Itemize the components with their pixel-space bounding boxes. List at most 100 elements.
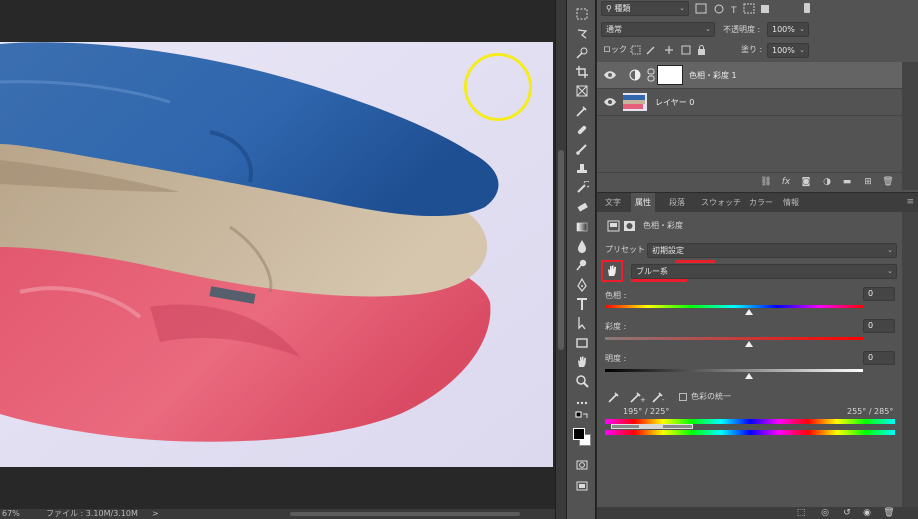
adjustment-layer-icon[interactable]: ◑ (821, 176, 833, 188)
gradient-tool-icon[interactable] (573, 219, 590, 235)
tab-swatches[interactable]: スウォッチ (697, 193, 745, 213)
properties-scrollbar[interactable] (902, 212, 918, 507)
dodge-tool-icon[interactable] (573, 257, 590, 273)
status-menu-arrow[interactable]: > (152, 509, 159, 519)
chevron-down-icon: ⌄ (887, 246, 893, 254)
marquee-tool-icon[interactable] (573, 6, 590, 22)
new-layer-icon[interactable]: ⊞ (862, 176, 874, 188)
properties-footer: ⬚ ◎ ↺ ◉ 🗑 (597, 507, 918, 519)
preset-dropdown[interactable]: 初期設定 ⌄ (647, 243, 897, 258)
default-colors-icon[interactable] (573, 411, 590, 424)
zoom-level[interactable]: 67% (2, 509, 20, 519)
quick-select-tool-icon[interactable] (573, 45, 590, 61)
layer-mask-thumbnail[interactable] (657, 65, 683, 85)
rectangle-tool-icon[interactable] (573, 335, 590, 351)
filter-toggle[interactable] (804, 3, 810, 13)
layer-name[interactable]: レイヤー 0 (655, 97, 694, 108)
chevron-down-icon: ⌄ (705, 25, 711, 33)
view-previous-icon[interactable]: ◎ (819, 507, 831, 519)
tab-info[interactable]: 情報 (779, 193, 803, 213)
saturation-value-field[interactable]: 0 (863, 319, 895, 333)
colorize-label: 色彩の統一 (691, 392, 731, 401)
quick-mask-icon[interactable] (573, 457, 590, 473)
tab-character[interactable]: 文字 (601, 193, 625, 213)
tab-paragraph[interactable]: 段落 (665, 193, 689, 213)
hue-value-field[interactable]: 0 (863, 287, 895, 301)
layers-scrollbar[interactable] (902, 62, 918, 190)
new-group-icon[interactable]: ▬ (841, 176, 853, 188)
adjustment-layer-icon (629, 69, 641, 81)
channel-dropdown[interactable]: ブルー系 ⌄ (631, 264, 897, 279)
tab-color[interactable]: カラー (745, 193, 777, 213)
tab-properties[interactable]: 属性 (631, 193, 655, 213)
output-color-bar (605, 430, 895, 435)
healing-brush-tool-icon[interactable] (573, 122, 590, 138)
brush-tool-icon[interactable] (573, 141, 590, 157)
layer-filter-icons[interactable]: T (695, 3, 795, 15)
blur-tool-icon[interactable] (573, 238, 590, 254)
preset-underline-highlight (675, 260, 715, 263)
lightness-slider[interactable] (605, 369, 863, 372)
range-left-readout: 195° / 225° (623, 407, 670, 416)
document-canvas-area[interactable]: 67% ファイル : 3.10M/3.10M > (0, 0, 555, 519)
layer-filter-kind-value: 種類 (614, 4, 631, 13)
lasso-tool-icon[interactable] (573, 26, 590, 42)
more-tools-icon[interactable] (573, 395, 590, 411)
screen-mode-icon[interactable] (573, 478, 590, 494)
foreground-color-swatch[interactable] (573, 428, 585, 440)
layer-thumbnail[interactable] (623, 93, 647, 111)
link-layers-icon[interactable]: ⛓ (760, 176, 772, 188)
svg-text:T: T (730, 6, 737, 15)
hue-slider-thumb[interactable] (745, 309, 753, 315)
layers-footer-toolbar: ⛓ fx ◙ ◑ ▬ ⊞ 🗑 (597, 172, 902, 190)
layer-row-base[interactable]: レイヤー 0 (597, 89, 902, 116)
vertical-scrollbar-thumb[interactable] (558, 150, 564, 350)
colorize-checkbox[interactable] (679, 393, 687, 401)
zoom-tool-icon[interactable] (573, 373, 590, 389)
saturation-slider-thumb[interactable] (745, 341, 753, 347)
type-tool-icon[interactable] (573, 296, 590, 312)
right-panels: ⚲ 種類 ⌄ T 通常 ⌄ 不透明度 : 100% ⌄ ロック : 塗り : 100%… (597, 0, 918, 519)
frame-tool-icon[interactable] (573, 83, 590, 99)
fill-field[interactable]: 100% ⌄ (767, 43, 809, 58)
visibility-eye-icon[interactable]: ◉ (861, 507, 873, 519)
file-size-info: ファイル : 3.10M/3.10M (46, 509, 138, 518)
eyedropper-buttons[interactable]: + - (607, 390, 667, 404)
horizontal-scrollbar[interactable] (290, 512, 520, 516)
panel-menu-icon[interactable]: ≡ (906, 197, 914, 207)
preset-label: プリセット : (605, 245, 651, 254)
blend-mode-dropdown[interactable]: 通常 ⌄ (601, 22, 715, 37)
opacity-field[interactable]: 100% ⌄ (767, 22, 809, 37)
chain-link-icon[interactable] (647, 68, 655, 82)
saturation-label: 彩度 : (605, 322, 627, 331)
add-mask-icon[interactable]: ◙ (800, 176, 812, 188)
saturation-slider[interactable] (605, 337, 863, 340)
hue-slider[interactable] (605, 305, 863, 308)
visibility-eye-icon[interactable] (603, 97, 617, 107)
clip-to-layer-icon[interactable]: ⬚ (795, 507, 807, 519)
channel-value: ブルー系 (636, 267, 668, 276)
lock-options-icons[interactable] (631, 45, 711, 56)
history-brush-tool-icon[interactable] (573, 180, 590, 196)
visibility-eye-icon[interactable] (603, 70, 617, 80)
lightness-slider-thumb[interactable] (745, 373, 753, 379)
crop-tool-icon[interactable] (573, 64, 590, 80)
clone-stamp-tool-icon[interactable] (573, 161, 590, 177)
layer-name[interactable]: 色相・彩度 1 (689, 70, 737, 81)
eyedropper-tool-icon[interactable] (573, 103, 590, 119)
eraser-tool-icon[interactable] (573, 199, 590, 215)
range-center[interactable] (639, 424, 663, 429)
pen-tool-icon[interactable] (573, 277, 590, 293)
targeted-adjustment-tool[interactable] (601, 260, 623, 282)
trash-icon[interactable]: 🗑 (882, 176, 894, 188)
vertical-scrollbar[interactable] (555, 0, 566, 519)
reset-icon[interactable]: ↺ (841, 507, 853, 519)
hand-tool-icon[interactable] (573, 354, 590, 370)
path-selection-tool-icon[interactable] (573, 315, 590, 331)
lightness-value-field[interactable]: 0 (863, 351, 895, 365)
fx-icon[interactable]: fx (780, 176, 792, 188)
chevron-down-icon: ⌄ (887, 267, 893, 275)
layer-filter-kind-dropdown[interactable]: ⚲ 種類 ⌄ (601, 1, 689, 16)
layer-row-adjustment[interactable]: 色相・彩度 1 (597, 62, 902, 89)
trash-icon[interactable]: 🗑 (883, 507, 895, 519)
